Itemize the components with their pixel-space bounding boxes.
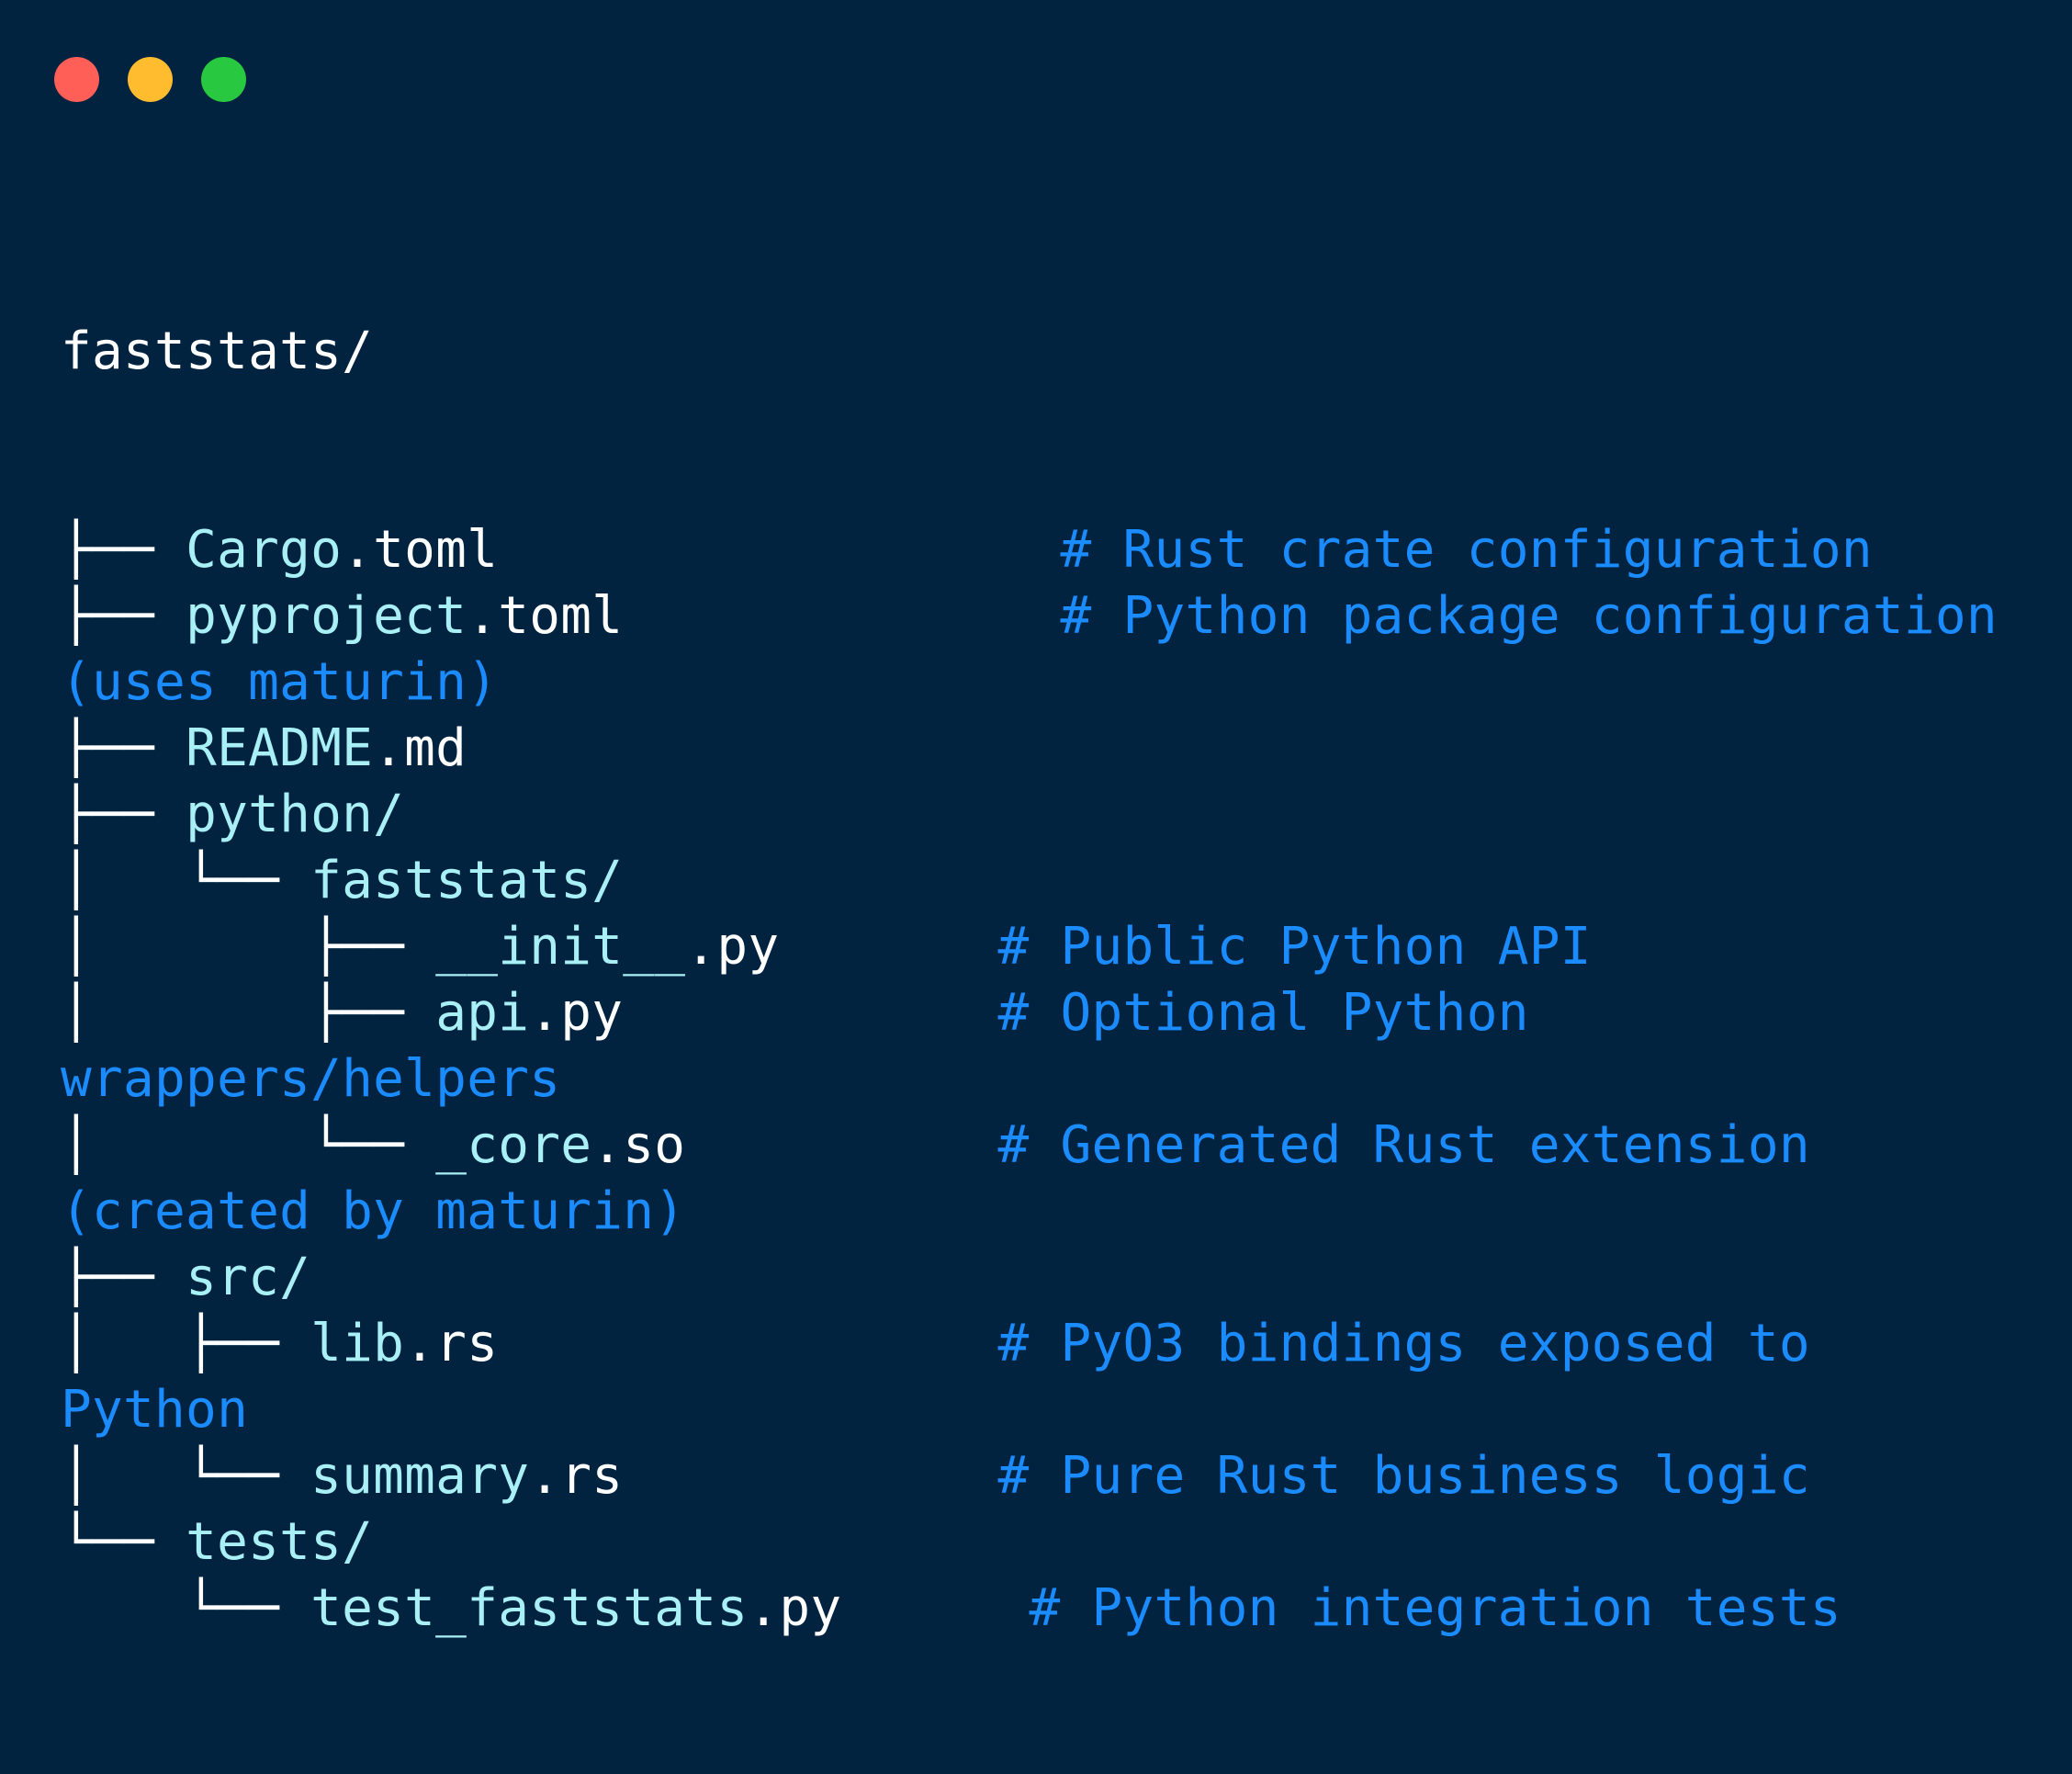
tree-lines: ├── Cargo.toml # Rust crate configuratio… [61,517,1998,1642]
tree-entry: ├── src/ [61,1245,1998,1311]
tree-branch: │ └── [61,851,311,910]
comment-padding [498,520,1060,580]
comment-text: # Python package configuration [1060,586,1998,646]
comment-text: # Pure Rust business logic [997,1446,1810,1506]
tree-branch: ├── [61,1248,186,1307]
tree-entry: ├── README.md [61,716,1998,782]
file-extension: .py [685,917,780,977]
close-button[interactable] [54,57,99,102]
tree-branch: │ └── [61,1115,436,1175]
comment-padding [685,1115,997,1175]
zoom-button[interactable] [201,57,246,102]
comment-padding [498,1314,997,1373]
comment-text: # Public Python API [997,917,1592,977]
file-name: tests/ [186,1512,374,1572]
file-name: _core [435,1115,592,1175]
file-name: lib [310,1314,405,1373]
tree-entry: │ ├── lib.rs # PyO3 bindings exposed to [61,1311,1998,1377]
file-extension: .md [373,718,467,778]
tree-entry: ├── pyproject.toml # Python package conf… [61,583,1998,650]
comment-padding [841,1578,1029,1638]
tree-entry: ├── python/ [61,782,1998,848]
tree-branch: │ ├── [61,1314,311,1373]
comment-padding [623,586,1060,646]
comment-continuation: (uses maturin) [61,650,1998,716]
file-name: python/ [186,785,405,844]
file-extension: .toml [342,520,499,580]
file-name: README [186,718,374,778]
comment-text: (created by maturin) [61,1181,686,1241]
file-name: api [435,983,530,1043]
tree-branch: │ ├── [61,983,436,1043]
comment-text: # Optional Python [997,983,1529,1043]
file-extension: .py [529,983,624,1043]
tree-branch: ├── [61,718,186,778]
comment-text: # Generated Rust extension [997,1115,1810,1175]
tree-entry: └── test_faststats.py # Python integrati… [61,1576,1998,1642]
tree-branch: │ ├── [61,917,436,977]
file-extension: .rs [529,1446,624,1506]
file-name: __init__ [435,917,686,977]
comment-continuation: Python [61,1377,1998,1443]
tree-entry: │ └── faststats/ [61,848,1998,914]
tree-branch: └── [61,1578,311,1638]
root-folder-name: faststats/ [61,322,374,381]
comment-continuation: (created by maturin) [61,1179,1998,1245]
comment-text: # PyO3 bindings exposed to [997,1314,1810,1373]
file-extension: .rs [404,1314,499,1373]
comment-continuation: wrappers/helpers [61,1046,1998,1113]
comment-padding [623,1446,997,1506]
file-name: src/ [186,1248,311,1307]
window-controls [54,57,246,102]
tree-entry: └── tests/ [61,1509,1998,1576]
terminal-window: faststats/ ├── Cargo.toml # Rust crate c… [0,0,2072,1638]
file-name: faststats/ [310,851,624,910]
file-name: summary [310,1446,530,1506]
tree-branch: ├── [61,520,186,580]
tree-entry: │ ├── __init__.py # Public Python API [61,914,1998,980]
comment-text: wrappers/helpers [61,1049,561,1109]
tree-branch: ├── [61,586,186,646]
comment-text: (uses maturin) [61,652,499,712]
tree-entry: │ └── _core.so # Generated Rust extensio… [61,1113,1998,1179]
tree-branch: │ └── [61,1446,311,1506]
tree-root: faststats/ [61,319,1998,385]
file-extension: .so [591,1115,686,1175]
comment-text: Python [61,1380,249,1440]
tree-branch: ├── [61,785,186,844]
comment-padding [779,917,997,977]
tree-entry: ├── Cargo.toml # Rust crate configuratio… [61,517,1998,583]
file-name: test_faststats [310,1578,749,1638]
file-name: pyproject [186,586,467,646]
file-name: Cargo [186,520,343,580]
file-extension: .toml [467,586,624,646]
file-extension: .py [748,1578,842,1638]
tree-branch: └── [61,1512,186,1572]
tree-entry: │ ├── api.py # Optional Python [61,980,1998,1046]
tree-entry: │ └── summary.rs # Pure Rust business lo… [61,1443,1998,1509]
comment-text: # Python integration tests [1029,1578,1841,1638]
comment-padding [623,983,997,1043]
comment-text: # Rust crate configuration [1060,520,1873,580]
minimize-button[interactable] [128,57,173,102]
directory-tree: faststats/ ├── Cargo.toml # Rust crate c… [61,186,1998,1774]
